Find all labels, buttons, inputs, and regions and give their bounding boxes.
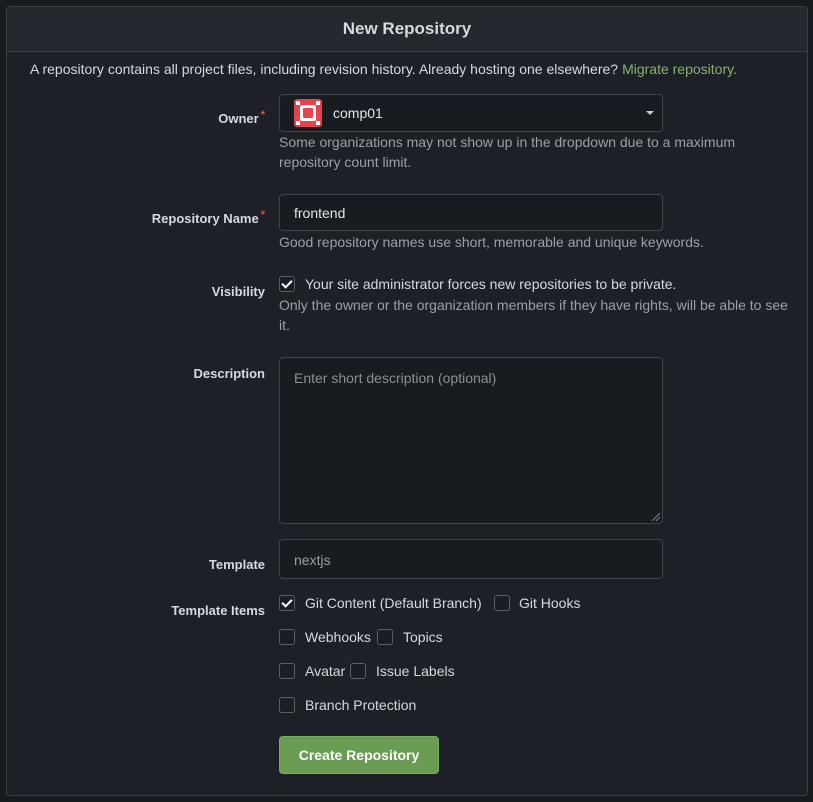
migrate-repository-link[interactable]: Migrate repository.	[622, 61, 737, 77]
avatar-label: Avatar	[305, 663, 346, 679]
description-textarea[interactable]: Enter short description (optional)	[279, 357, 663, 524]
description-placeholder: Enter short description (optional)	[294, 370, 497, 386]
visibility-label: Visibility	[211, 284, 265, 299]
page-title: New Repository	[7, 7, 807, 52]
owner-label: Owner *	[0, 109, 265, 126]
caret-down-icon	[646, 111, 654, 115]
webhooks-label: Webhooks	[305, 629, 371, 645]
private-checkbox[interactable]	[279, 276, 295, 292]
git-content-label: Git Content (Default Branch)	[305, 595, 482, 611]
visibility-help: Only the owner or the organization membe…	[279, 297, 788, 333]
owner-label-text: Owner	[218, 111, 259, 126]
repo-name-value: frontend	[294, 205, 346, 221]
org-avatar-icon	[294, 99, 322, 127]
owner-help: Some organizations may not show up in th…	[279, 134, 736, 170]
issue-labels-label: Issue Labels	[376, 663, 455, 679]
private-checkbox-label: Your site administrator forces new repos…	[305, 276, 677, 292]
repo-name-help: Good repository names use short, memorab…	[279, 234, 704, 250]
git-content-checkbox[interactable]	[279, 595, 295, 611]
branch-protection-label: Branch Protection	[305, 697, 417, 713]
create-repository-button[interactable]: Create Repository	[279, 736, 439, 774]
owner-selected-value: comp01	[333, 105, 383, 121]
intro-text: A repository contains all project files,…	[30, 61, 737, 77]
repo-name-input[interactable]: frontend	[279, 194, 663, 231]
git-hooks-checkbox[interactable]	[494, 595, 510, 611]
template-input[interactable]: nextjs	[279, 539, 663, 579]
repo-name-label-text: Repository Name	[151, 211, 259, 226]
template-items-label: Template Items	[171, 603, 265, 618]
git-hooks-label: Git Hooks	[519, 595, 581, 611]
description-label: Description	[193, 366, 265, 381]
repo-name-label: Repository Name *	[0, 209, 265, 226]
template-label: Template	[208, 557, 265, 572]
branch-protection-checkbox[interactable]	[279, 697, 295, 713]
topics-label: Topics	[403, 629, 443, 645]
webhooks-checkbox[interactable]	[279, 629, 295, 645]
topics-checkbox[interactable]	[377, 629, 393, 645]
required-mark: *	[260, 209, 265, 221]
resize-grip-icon[interactable]	[652, 513, 660, 521]
avatar-checkbox[interactable]	[279, 663, 295, 679]
required-mark: *	[260, 109, 265, 121]
template-value: nextjs	[294, 552, 331, 568]
issue-labels-checkbox[interactable]	[350, 663, 366, 679]
intro-message: A repository contains all project files,…	[30, 61, 619, 77]
owner-select[interactable]: comp01	[279, 94, 663, 132]
